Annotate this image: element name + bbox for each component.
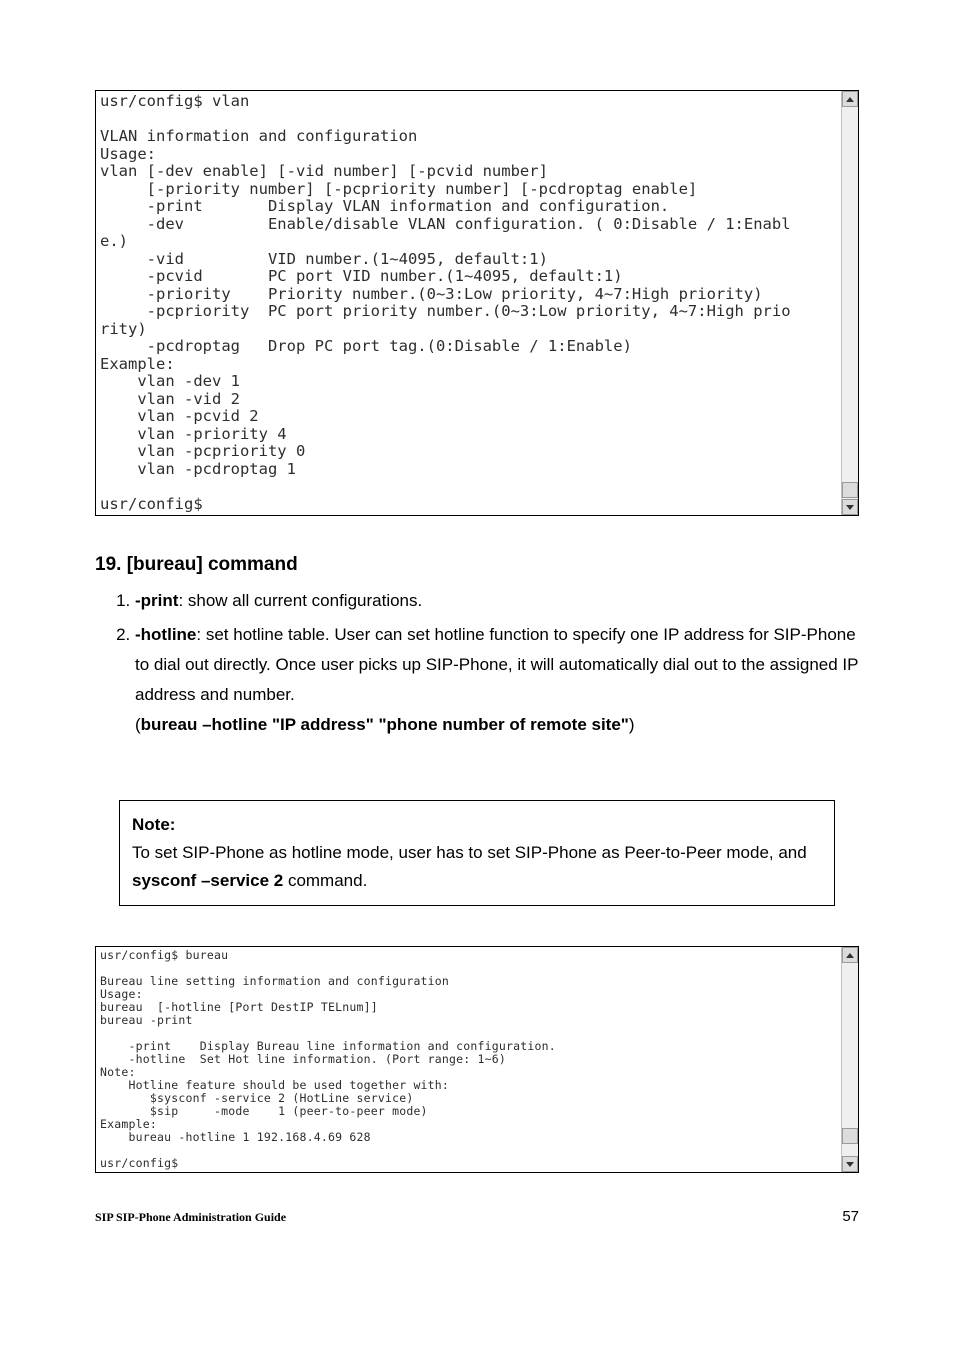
note-label: Note: (132, 811, 822, 839)
bureau-terminal-output: usr/config$ bureau Bureau line setting i… (96, 947, 841, 1172)
chevron-up-icon (846, 953, 854, 958)
section-heading: 19. [bureau] command (95, 554, 859, 576)
page-number: 57 (842, 1208, 859, 1225)
scroll-down-button[interactable] (842, 499, 858, 515)
note-body: To set SIP-Phone as hotline mode, user h… (132, 839, 822, 895)
list-item: -print: show all current configurations. (135, 586, 859, 616)
vlan-terminal-output: usr/config$ vlan VLAN information and co… (96, 91, 841, 515)
scroll-up-button[interactable] (842, 947, 858, 963)
vlan-terminal: usr/config$ vlan VLAN information and co… (95, 90, 859, 516)
scroll-up-button[interactable] (842, 91, 858, 107)
scrollbar[interactable] (841, 91, 858, 515)
scroll-down-button[interactable] (842, 1156, 858, 1172)
option-name: -print (135, 591, 178, 610)
option-name: -hotline (135, 625, 196, 644)
option-desc: : set hotline table. User can set hotlin… (135, 625, 858, 704)
chevron-up-icon (846, 97, 854, 102)
chevron-down-icon (846, 505, 854, 510)
list-item: -hotline: set hotline table. User can se… (135, 620, 859, 740)
option-desc: : show all current configurations. (178, 591, 422, 610)
page-footer: SIP SIP-Phone Administration Guide 57 (95, 1208, 859, 1225)
command-example: bureau –hotline "IP address" "phone numb… (141, 715, 629, 734)
bureau-terminal: usr/config$ bureau Bureau line setting i… (95, 946, 859, 1173)
bureau-option-list: -print: show all current configurations.… (105, 586, 859, 740)
chevron-down-icon (846, 1162, 854, 1167)
footer-title: SIP SIP-Phone Administration Guide (95, 1210, 286, 1225)
note-box: Note: To set SIP-Phone as hotline mode, … (119, 800, 835, 906)
scroll-thumb[interactable] (842, 482, 858, 498)
scroll-thumb[interactable] (842, 1128, 858, 1144)
scrollbar[interactable] (841, 947, 858, 1172)
